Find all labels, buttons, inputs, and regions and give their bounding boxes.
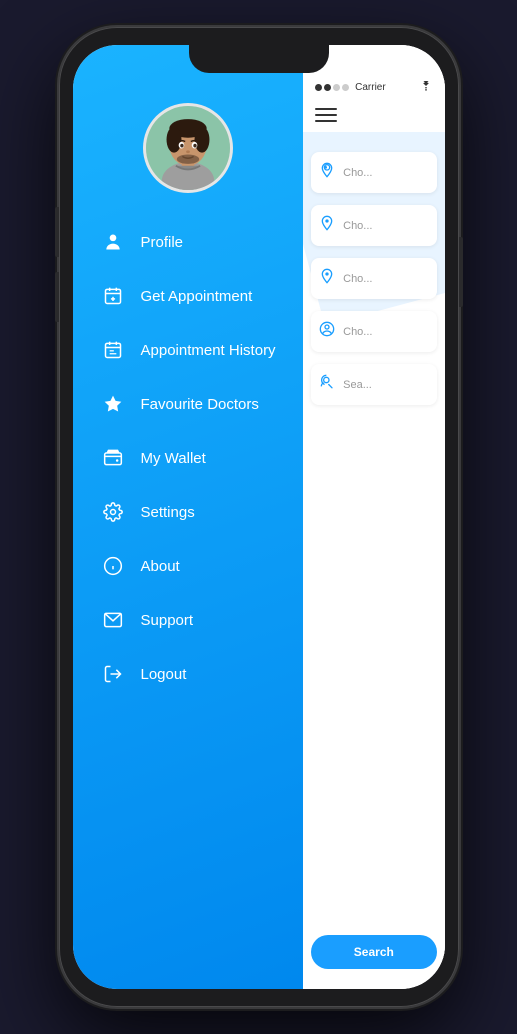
cards-area: Cho... Cho... — [303, 152, 444, 405]
gear-icon — [99, 498, 127, 526]
wifi-icon — [419, 81, 433, 94]
phone-wrapper: Profile — [59, 27, 459, 1007]
sidebar-item-my-wallet[interactable]: My Wallet — [83, 431, 304, 485]
sidebar-menu: Profile — [73, 215, 304, 701]
phone-screen: Profile — [73, 45, 445, 989]
sidebar-item-logout[interactable]: Logout — [83, 647, 304, 701]
sidebar-item-about[interactable]: About — [83, 539, 304, 593]
hamburger-icon[interactable] — [315, 108, 337, 122]
sidebar-item-label: Logout — [141, 666, 187, 683]
wallet-icon — [99, 444, 127, 472]
list-item[interactable]: Cho... — [311, 311, 436, 352]
card-text: Cho... — [343, 167, 372, 179]
avatar-container — [73, 103, 304, 193]
main-content: Cho... Cho... — [303, 132, 444, 989]
signal-dot-1 — [315, 84, 322, 91]
person-icon — [99, 228, 127, 256]
status-left: Carrier — [315, 82, 386, 93]
logout-icon — [99, 660, 127, 688]
hamburger-line-3 — [315, 120, 337, 122]
star-icon — [99, 390, 127, 418]
location-icon-2 — [319, 268, 335, 289]
calendar-plus-icon — [99, 282, 127, 310]
card-text: Cho... — [343, 273, 372, 285]
sidebar-item-label: Profile — [141, 234, 184, 251]
location-person-icon — [319, 162, 335, 183]
calendar-history-icon — [99, 336, 127, 364]
location-icon — [319, 215, 335, 236]
avatar — [143, 103, 233, 193]
sidebar-item-favourite-doctors[interactable]: Favourite Doctors — [83, 377, 304, 431]
sidebar-item-label: Settings — [141, 504, 195, 521]
sidebar-item-label: Get Appointment — [141, 288, 253, 305]
envelope-icon — [99, 606, 127, 634]
card-text: Sea... — [343, 379, 372, 391]
hamburger-line-1 — [315, 108, 337, 110]
person-circle-icon — [319, 321, 335, 342]
sidebar-item-label: Favourite Doctors — [141, 396, 259, 413]
list-item[interactable]: Cho... — [311, 205, 436, 246]
volume-down-button — [55, 272, 59, 322]
sidebar-item-get-appointment[interactable]: Get Appointment — [83, 269, 304, 323]
signal-dot-3 — [333, 84, 340, 91]
sidebar-item-label: About — [141, 558, 180, 575]
search-button-label: Search — [354, 945, 394, 959]
power-button — [459, 237, 463, 307]
list-item[interactable]: Cho... — [311, 258, 436, 299]
info-icon — [99, 552, 127, 580]
hamburger-bar — [303, 98, 444, 132]
carrier-label: Carrier — [355, 82, 386, 93]
notch — [189, 45, 329, 73]
sidebar-item-support[interactable]: Support — [83, 593, 304, 647]
hamburger-line-2 — [315, 114, 337, 116]
signal-dot-2 — [324, 84, 331, 91]
volume-up-button — [55, 207, 59, 257]
card-text: Cho... — [343, 220, 372, 232]
signal-dots — [315, 84, 349, 91]
sidebar-item-settings[interactable]: Settings — [83, 485, 304, 539]
card-text: Cho... — [343, 326, 372, 338]
right-panel: Carrier — [303, 45, 444, 989]
signal-dot-4 — [342, 84, 349, 91]
search-person-icon — [319, 374, 335, 395]
sidebar-item-label: My Wallet — [141, 450, 206, 467]
sidebar-item-profile[interactable]: Profile — [83, 215, 304, 269]
search-button[interactable]: Search — [311, 935, 436, 969]
phone-shell: Profile — [59, 27, 459, 1007]
sidebar-item-appointment-history[interactable]: Appointment History — [83, 323, 304, 377]
list-item[interactable]: Cho... — [311, 152, 436, 193]
list-item[interactable]: Sea... — [311, 364, 436, 405]
sidebar-item-label: Support — [141, 612, 194, 629]
sidebar-item-label: Appointment History — [141, 342, 276, 359]
sidebar: Profile — [73, 45, 304, 989]
